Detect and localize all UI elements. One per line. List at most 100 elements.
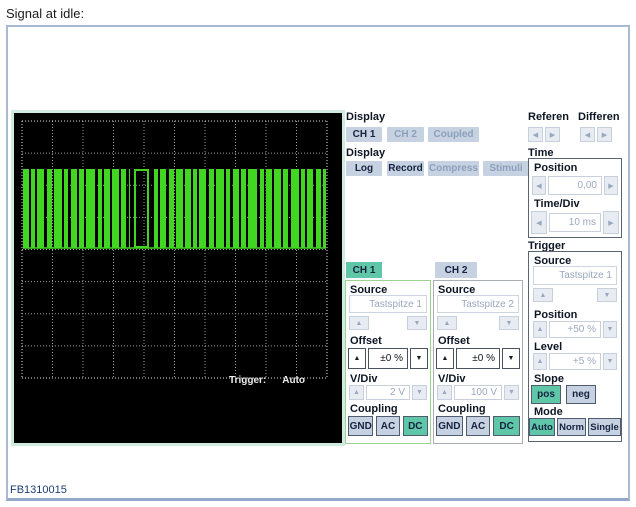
ch1-source-up-button[interactable]: ▲ xyxy=(349,316,369,330)
trigger-position-up-button[interactable]: ▲ xyxy=(533,321,547,338)
timediv-label: Time/Div xyxy=(534,198,580,210)
slope-neg-button[interactable]: neg xyxy=(566,385,596,404)
right-arrow-icon: ▶ xyxy=(608,182,613,190)
ch2-vdiv-up-button[interactable]: ▲ xyxy=(437,385,452,400)
down-arrow-icon: ▼ xyxy=(414,320,421,327)
ch2-offset-label: Offset xyxy=(438,335,470,347)
ch1-offset-up-button[interactable]: ▲ xyxy=(348,348,366,369)
compress-button[interactable]: Compress xyxy=(428,161,479,176)
differential-prev-button[interactable]: ◀ xyxy=(580,127,595,142)
down-arrow-icon: ▼ xyxy=(607,326,614,333)
ch1-coupling-label: Coupling xyxy=(350,403,398,415)
trigger-readout: Trigger: Auto xyxy=(229,375,305,386)
reference-prev-button[interactable]: ◀ xyxy=(528,127,543,142)
trigger-level-value[interactable]: +5 % xyxy=(549,353,601,370)
ch2-ac-button[interactable]: AC xyxy=(466,416,491,436)
timediv-increment-button[interactable]: ▶ xyxy=(603,211,619,234)
trigger-slope-label: Slope xyxy=(534,373,564,385)
figure-frame: Trigger: Auto Display CH 1 CH 2 Coupled … xyxy=(6,25,630,501)
ch2-gnd-button[interactable]: GND xyxy=(436,416,463,436)
ch1-source-value[interactable]: Tastspitze 1 xyxy=(349,295,427,313)
slope-pos-button[interactable]: pos xyxy=(531,385,561,404)
tab-ch2[interactable]: CH 2 xyxy=(435,262,477,278)
tab-ch1[interactable]: CH 1 xyxy=(346,262,382,278)
differential-label: Differen xyxy=(578,111,620,123)
down-arrow-icon: ▼ xyxy=(416,355,423,362)
time-position-value[interactable]: 0,00 xyxy=(548,176,602,195)
ch1-panel: Source Tastspitze 1 ▲ ▼ Offset ▲ ±0 % ▼ … xyxy=(345,280,431,444)
ch2-dc-button[interactable]: DC xyxy=(493,416,520,436)
trigger-source-value[interactable]: Tastspitze 1 xyxy=(533,266,617,285)
ch2-offset-value[interactable]: ±0 % xyxy=(456,348,500,369)
up-arrow-icon: ▲ xyxy=(356,320,363,327)
up-arrow-icon: ▲ xyxy=(353,389,360,396)
down-arrow-icon: ▼ xyxy=(506,320,513,327)
up-arrow-icon: ▲ xyxy=(354,355,361,362)
ch2-offset-down-button[interactable]: ▼ xyxy=(502,348,520,369)
right-arrow-icon: ▶ xyxy=(602,131,607,139)
trigger-source-up-button[interactable]: ▲ xyxy=(533,288,553,302)
time-position-decrement-button[interactable]: ◀ xyxy=(532,176,546,195)
ch2-coupling-label: Coupling xyxy=(438,403,486,415)
mode-norm-button[interactable]: Norm xyxy=(557,418,586,436)
ch1-source-down-button[interactable]: ▼ xyxy=(407,316,427,330)
mode-auto-button[interactable]: Auto xyxy=(529,418,555,436)
down-arrow-icon: ▼ xyxy=(604,292,611,299)
mode-single-button[interactable]: Single xyxy=(588,418,621,436)
ch2-source-down-button[interactable]: ▼ xyxy=(499,316,519,330)
left-arrow-icon: ◀ xyxy=(585,131,590,139)
ch1-coupling-row: GND AC DC xyxy=(348,416,428,436)
ch2-source-up-button[interactable]: ▲ xyxy=(437,316,457,330)
trigger-source-down-button[interactable]: ▼ xyxy=(597,288,617,302)
scope-display: Trigger: Auto xyxy=(11,110,345,446)
ch2-source-value[interactable]: Tastspitze 2 xyxy=(437,295,519,313)
ch1-offset-value[interactable]: ±0 % xyxy=(368,348,408,369)
trigger-position-value[interactable]: +50 % xyxy=(549,321,601,338)
ch2-vdiv-value[interactable]: 100 V xyxy=(454,385,502,400)
ch1-ac-button[interactable]: AC xyxy=(376,416,399,436)
timediv-decrement-button[interactable]: ◀ xyxy=(531,211,547,234)
trigger-position-label: Position xyxy=(534,309,577,321)
trigger-level-down-button[interactable]: ▼ xyxy=(603,353,617,370)
ch2-coupling-row: GND AC DC xyxy=(436,416,520,436)
ch2-panel: Source Tastspitze 2 ▲ ▼ Offset ▲ ±0 % ▼ … xyxy=(433,280,523,444)
up-arrow-icon: ▲ xyxy=(537,326,544,333)
ch1-vdiv-down-button[interactable]: ▼ xyxy=(412,385,427,400)
up-arrow-icon: ▲ xyxy=(537,358,544,365)
stimuli-button[interactable]: Stimuli xyxy=(483,161,529,176)
ch1-offset-down-button[interactable]: ▼ xyxy=(410,348,428,369)
down-arrow-icon: ▼ xyxy=(508,355,515,362)
left-arrow-icon: ◀ xyxy=(536,182,541,190)
time-box: Position ◀ 0,00 ▶ Time/Div ◀ 10 ms ▶ xyxy=(528,158,622,238)
trigger-position-down-button[interactable]: ▼ xyxy=(603,321,617,338)
scope-svg xyxy=(14,113,342,443)
down-arrow-icon: ▼ xyxy=(607,358,614,365)
reference-next-button[interactable]: ▶ xyxy=(545,127,560,142)
display-coupled-button[interactable]: Coupled xyxy=(428,127,479,142)
record-button[interactable]: Record xyxy=(387,161,424,176)
ch1-offset-label: Offset xyxy=(350,335,382,347)
ch1-gnd-button[interactable]: GND xyxy=(348,416,373,436)
timediv-value[interactable]: 10 ms xyxy=(549,213,601,232)
left-arrow-icon: ◀ xyxy=(536,219,541,227)
display-ch2-button[interactable]: CH 2 xyxy=(387,127,424,142)
scope-screen: Trigger: Auto xyxy=(14,113,342,443)
time-position-increment-button[interactable]: ▶ xyxy=(604,176,618,195)
down-arrow-icon: ▼ xyxy=(416,389,423,396)
right-arrow-icon: ▶ xyxy=(608,219,613,227)
display-channels-label: Display xyxy=(346,111,385,123)
trigger-level-up-button[interactable]: ▲ xyxy=(533,353,547,370)
ch2-offset-up-button[interactable]: ▲ xyxy=(436,348,454,369)
ch1-vdiv-value[interactable]: 2 V xyxy=(366,385,410,400)
ch2-vdiv-down-button[interactable]: ▼ xyxy=(504,385,519,400)
display-ch1-button[interactable]: CH 1 xyxy=(346,127,382,142)
differential-next-button[interactable]: ▶ xyxy=(597,127,612,142)
up-arrow-icon: ▲ xyxy=(442,355,449,362)
log-button[interactable]: Log xyxy=(346,161,382,176)
trigger-mode-row: Auto Norm Single xyxy=(529,418,621,436)
down-arrow-icon: ▼ xyxy=(508,389,515,396)
display-modes-label: Display xyxy=(346,147,385,159)
ch1-dc-button[interactable]: DC xyxy=(403,416,428,436)
right-arrow-icon: ▶ xyxy=(550,131,555,139)
ch1-vdiv-up-button[interactable]: ▲ xyxy=(349,385,364,400)
